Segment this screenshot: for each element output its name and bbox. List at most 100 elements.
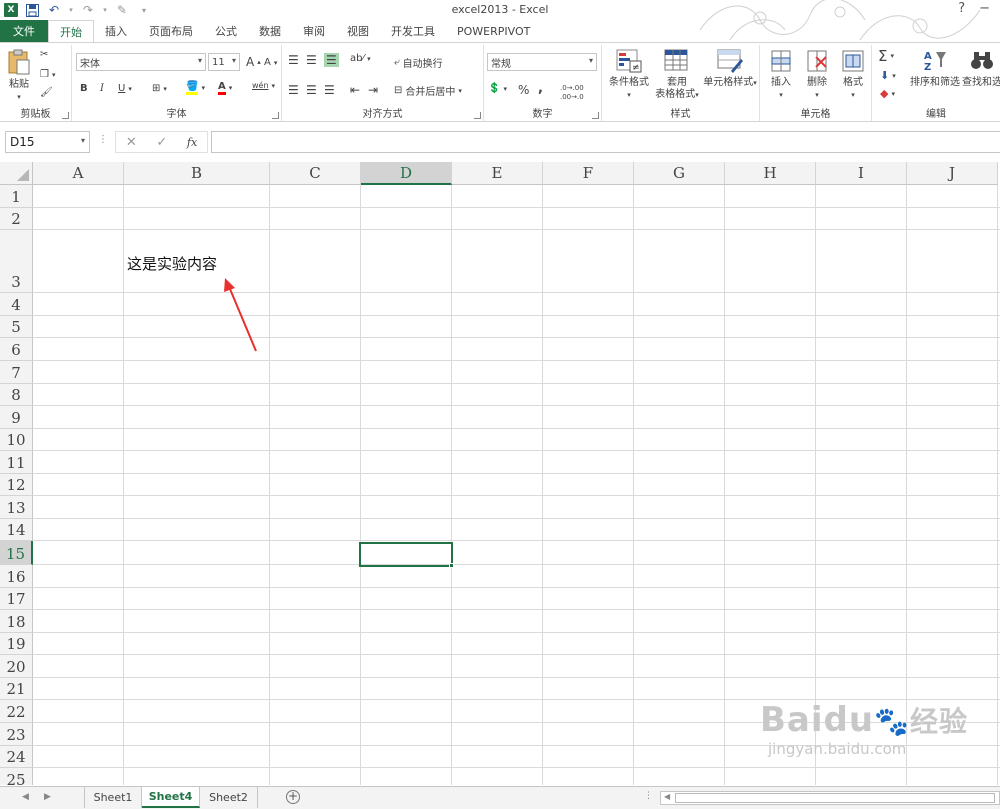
fill-color-icon[interactable]: 🪣 ▾ bbox=[186, 81, 205, 95]
row-header-13[interactable]: 13 bbox=[0, 496, 33, 519]
column-header-e[interactable]: E bbox=[452, 162, 543, 185]
tab-data[interactable]: 数据 bbox=[248, 20, 292, 42]
column-header-g[interactable]: G bbox=[634, 162, 725, 185]
add-sheet-button[interactable]: + bbox=[286, 790, 300, 804]
minimize-icon[interactable]: − bbox=[979, 1, 990, 16]
tab-view[interactable]: 视图 bbox=[336, 20, 380, 42]
row-header-15[interactable]: 15 bbox=[0, 541, 33, 565]
row-header-24[interactable]: 24 bbox=[0, 746, 33, 768]
paste-button[interactable]: 粘贴 ▾ bbox=[4, 49, 34, 103]
row-header-22[interactable]: 22 bbox=[0, 700, 33, 723]
align-left-icon[interactable]: ☰ bbox=[288, 83, 299, 97]
grow-font-button[interactable]: A ▴ bbox=[246, 55, 261, 69]
align-bottom-icon[interactable]: ☰ bbox=[324, 53, 339, 67]
scroll-split-icon[interactable]: ⋮ bbox=[644, 791, 653, 801]
row-header-17[interactable]: 17 bbox=[0, 588, 33, 610]
align-top-icon[interactable]: ☰ bbox=[288, 53, 299, 67]
cell-styles-button[interactable]: 单元格样式▾ bbox=[702, 49, 758, 89]
align-right-icon[interactable]: ☰ bbox=[324, 83, 335, 97]
insert-function-icon[interactable]: fx bbox=[187, 136, 197, 149]
horizontal-scrollbar[interactable]: ◀ bbox=[660, 791, 1000, 805]
formula-input[interactable] bbox=[211, 131, 1000, 153]
sheet-tab-sheet1[interactable]: Sheet1 bbox=[84, 787, 142, 808]
clear-icon[interactable]: ◆ ▾ bbox=[880, 87, 895, 100]
row-header-20[interactable]: 20 bbox=[0, 655, 33, 678]
column-header-j[interactable]: J bbox=[907, 162, 998, 185]
increase-indent-icon[interactable]: ⇥ bbox=[368, 83, 378, 97]
tab-home[interactable]: 开始 bbox=[48, 20, 94, 42]
column-header-f[interactable]: F bbox=[543, 162, 634, 185]
format-cells-button[interactable]: 格式 ▾ bbox=[836, 49, 870, 101]
currency-icon[interactable]: 💲 ▾ bbox=[488, 83, 507, 94]
column-header-i[interactable]: I bbox=[816, 162, 907, 185]
prev-sheet-icon[interactable]: ◀ bbox=[22, 792, 29, 802]
row-header-8[interactable]: 8 bbox=[0, 384, 33, 406]
row-header-10[interactable]: 10 bbox=[0, 429, 33, 451]
row-header-12[interactable]: 12 bbox=[0, 474, 33, 496]
format-as-table-button[interactable]: 套用 表格格式▾ bbox=[652, 49, 702, 101]
tab-developer[interactable]: 开发工具 bbox=[380, 20, 446, 42]
row-header-11[interactable]: 11 bbox=[0, 451, 33, 474]
row-header-14[interactable]: 14 bbox=[0, 519, 33, 541]
percent-button[interactable]: % bbox=[518, 83, 529, 97]
column-header-d[interactable]: D bbox=[361, 162, 452, 185]
row-header-23[interactable]: 23 bbox=[0, 723, 33, 746]
fill-icon[interactable]: ⬇ ▾ bbox=[880, 69, 896, 82]
dialog-launcher-icon[interactable] bbox=[62, 112, 69, 119]
tab-formulas[interactable]: 公式 bbox=[204, 20, 248, 42]
scroll-left-icon[interactable]: ◀ bbox=[664, 792, 670, 801]
active-cell-d15[interactable] bbox=[359, 542, 453, 567]
delete-cells-button[interactable]: 删除 ▾ bbox=[800, 49, 834, 101]
row-header-21[interactable]: 21 bbox=[0, 678, 33, 700]
wrap-text-button[interactable]: ⤶ 自动换行 bbox=[394, 55, 443, 70]
bold-button[interactable]: B bbox=[80, 83, 88, 94]
row-header-25[interactable]: 25 bbox=[0, 768, 33, 785]
enter-icon[interactable]: ✓ bbox=[156, 135, 167, 150]
insert-cells-button[interactable]: 插入 ▾ bbox=[764, 49, 798, 101]
number-format-select[interactable]: 常规 ▾ bbox=[487, 53, 597, 71]
autosum-button[interactable]: Σ ▾ bbox=[878, 47, 894, 65]
align-middle-icon[interactable]: ☰ bbox=[306, 53, 317, 67]
decrease-decimal-button[interactable]: .00→.0 bbox=[560, 93, 584, 101]
italic-button[interactable]: I bbox=[100, 83, 104, 94]
spreadsheet-grid[interactable]: ABCDEFGHIJ 1 2 3 4 5 6 7 8 9 10 11 12 13 14 15 16 17 18 19… bbox=[0, 162, 1000, 785]
row-header-18[interactable]: 18 bbox=[0, 610, 33, 633]
dialog-launcher-icon[interactable] bbox=[474, 112, 481, 119]
scrollbar-thumb[interactable] bbox=[675, 793, 995, 803]
tab-insert[interactable]: 插入 bbox=[94, 20, 138, 42]
sheet-tab-sheet4[interactable]: Sheet4 bbox=[142, 787, 200, 808]
column-header-h[interactable]: H bbox=[725, 162, 816, 185]
sheet-tab-sheet2[interactable]: Sheet2 bbox=[200, 787, 258, 808]
conditional-format-button[interactable]: ≠ 条件格式 ▾ bbox=[604, 49, 654, 101]
help-icon[interactable]: ? bbox=[958, 1, 965, 16]
tab-file[interactable]: 文件 bbox=[0, 20, 48, 42]
fill-handle[interactable] bbox=[449, 563, 454, 568]
increase-decimal-button[interactable]: .0→.00 bbox=[560, 84, 584, 92]
tab-powerpivot[interactable]: POWERPIVOT bbox=[446, 20, 541, 42]
row-header-9[interactable]: 9 bbox=[0, 406, 33, 429]
align-center-icon[interactable]: ☰ bbox=[306, 83, 317, 97]
decrease-indent-icon[interactable]: ⇤ bbox=[350, 83, 360, 97]
copy-icon[interactable]: ❐ ▾ bbox=[40, 69, 55, 80]
format-painter-icon[interactable]: 🖌 bbox=[40, 87, 53, 98]
font-size-select[interactable]: 11 ▾ bbox=[208, 53, 240, 71]
border-icon[interactable]: ⊞ ▾ bbox=[152, 83, 167, 94]
underline-button[interactable]: U ▾ bbox=[118, 83, 132, 94]
find-select-button[interactable]: 查找和选 bbox=[962, 49, 1000, 89]
row-header-7[interactable]: 7 bbox=[0, 361, 33, 384]
row-header-19[interactable]: 19 bbox=[0, 633, 33, 655]
row-header-16[interactable]: 16 bbox=[0, 565, 33, 588]
more-options-icon[interactable]: ⋮ bbox=[98, 134, 108, 145]
merge-center-button[interactable]: ⊟ 合并后居中 ▾ bbox=[394, 83, 462, 98]
font-color-icon[interactable]: A ▾ bbox=[218, 81, 232, 95]
orientation-icon[interactable]: ab⁄ ▾ bbox=[350, 53, 371, 64]
comma-button[interactable]: , bbox=[538, 81, 543, 96]
dialog-launcher-icon[interactable] bbox=[592, 112, 599, 119]
dialog-launcher-icon[interactable] bbox=[272, 112, 279, 119]
tab-review[interactable]: 审阅 bbox=[292, 20, 336, 42]
name-box[interactable]: D15 ▾ bbox=[5, 131, 90, 153]
font-name-select[interactable]: 宋体 ▾ bbox=[76, 53, 206, 71]
cancel-icon[interactable]: ✕ bbox=[126, 135, 137, 150]
phonetic-icon[interactable]: wén ▾ bbox=[252, 81, 275, 90]
shrink-font-button[interactable]: A ▾ bbox=[264, 57, 277, 68]
